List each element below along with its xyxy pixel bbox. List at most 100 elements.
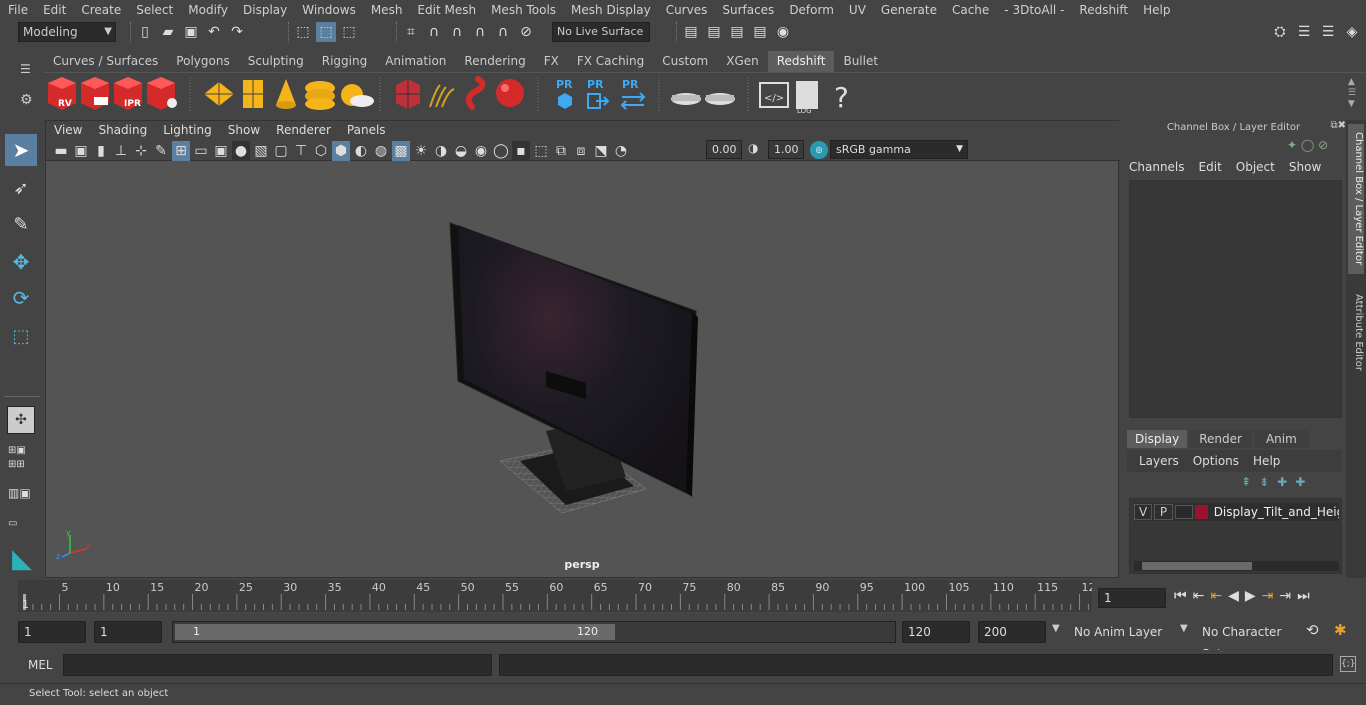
anti-alias-icon[interactable]: ◯ (492, 141, 510, 161)
tab-sculpting[interactable]: Sculpting (239, 51, 313, 72)
move-layer-up-icon[interactable]: ⇞ (1241, 475, 1251, 489)
show-manipulator-icon[interactable]: ✣ (7, 406, 35, 434)
channel-list[interactable] (1129, 180, 1342, 418)
shadows-icon[interactable]: ◑ (432, 141, 450, 161)
character-set-dropdown[interactable]: No Character Set (1196, 621, 1296, 661)
menu-redshift[interactable]: Redshift (1071, 3, 1135, 17)
menu-curves[interactable]: Curves (658, 3, 715, 17)
ipr-render-icon[interactable]: ▤ (727, 22, 747, 42)
tab-custom[interactable]: Custom (653, 51, 717, 72)
view-transform-dropdown[interactable]: sRGB gamma ▼ (830, 140, 968, 159)
make-live-icon[interactable]: ∩ (493, 22, 513, 42)
auto-key-icon[interactable]: ⟲ (1306, 621, 1319, 639)
rs-log-icon[interactable]: LOG (796, 81, 818, 115)
rs-render-view-icon[interactable]: RV (48, 77, 76, 110)
tab-anim[interactable]: Anim (1253, 430, 1309, 448)
step-forward-key-icon[interactable]: ⇥ (1279, 588, 1291, 604)
attribute-editor-icon[interactable]: ☰ (1294, 22, 1314, 42)
scene-end-field[interactable]: 200 (978, 621, 1046, 643)
scale-tool-icon[interactable]: ⬚ (5, 320, 37, 352)
new-scene-icon[interactable]: ▯ (135, 22, 155, 42)
rs-pr-export-icon[interactable]: PR (587, 78, 610, 109)
play-forward-icon[interactable]: ▶ (1245, 588, 1256, 604)
tab-render[interactable]: Render (1189, 430, 1252, 448)
snap-surface-icon[interactable]: ⊘ (516, 22, 536, 42)
rs-sphere-icon[interactable] (496, 79, 524, 107)
menu-edit[interactable]: Edit (35, 3, 73, 17)
snap-curve-icon[interactable]: ∩ (424, 22, 444, 42)
tab-polygons[interactable]: Polygons (167, 51, 238, 72)
field-chart-icon[interactable]: ▧ (252, 141, 270, 161)
redo-icon[interactable]: ↷ (227, 22, 247, 42)
new-layer-selected-icon[interactable]: ✚ (1295, 475, 1305, 489)
gear-icon[interactable]: ⚙ (20, 92, 33, 108)
exposure-field[interactable]: 0.00 (706, 140, 742, 159)
rs-pr-object-icon[interactable]: PR (556, 78, 573, 109)
rs-physical-light-icon[interactable] (243, 80, 263, 108)
tab-channel-box[interactable]: Channel Box / Layer Editor (1348, 124, 1364, 274)
xray-components-icon[interactable]: ⬔ (592, 141, 610, 161)
select-tool-icon[interactable]: ➤ (5, 134, 37, 166)
menu-modify[interactable]: Modify (180, 3, 235, 17)
rs-spot-light-icon[interactable] (276, 79, 296, 109)
menu-3dtoall[interactable]: - 3DtoAll - (996, 3, 1071, 17)
move-tool-icon[interactable]: ✥ (5, 246, 37, 278)
tool-settings-icon[interactable]: ☰ (1318, 22, 1338, 42)
render-frame-icon[interactable]: ▤ (704, 22, 724, 42)
menu-windows[interactable]: Windows (294, 3, 363, 17)
shelf-menu-icon[interactable]: ☰ (20, 62, 31, 76)
save-scene-icon[interactable]: ▣ (181, 22, 201, 42)
rs-volume-icon[interactable] (465, 76, 486, 110)
rs-render-settings-icon[interactable] (147, 77, 177, 110)
menu-surfaces[interactable]: Surfaces (714, 3, 781, 17)
layer-scrollbar[interactable] (1134, 561, 1339, 571)
layer-visibility-toggle[interactable]: V (1134, 504, 1153, 520)
bookmark-icon[interactable]: ▮ (92, 141, 110, 161)
depth-of-field-icon[interactable]: ▪ (512, 141, 530, 161)
two-d-pan-icon[interactable]: ⊹ (132, 141, 150, 161)
tab-attribute-editor[interactable]: Attribute Editor (1348, 284, 1364, 380)
anim-layer-dropdown[interactable]: No Anim Layer (1068, 621, 1180, 643)
live-surface-field[interactable]: No Live Surface (552, 22, 650, 42)
snap-point-icon[interactable]: ∩ (447, 22, 467, 42)
xray-joints-icon[interactable]: ⧈ (572, 141, 590, 161)
step-back-key-icon[interactable]: ⇤ (1193, 588, 1205, 604)
current-frame-field[interactable]: 1 (1098, 588, 1166, 608)
menu-cache[interactable]: Cache (944, 3, 996, 17)
menu-mesh[interactable]: Mesh (363, 3, 410, 17)
tab-fx-caching[interactable]: FX Caching (568, 51, 653, 72)
tab-rigging[interactable]: Rigging (313, 51, 376, 72)
motion-blur-icon[interactable]: ◉ (472, 141, 490, 161)
step-back-frame-icon[interactable]: ⇤ (1210, 588, 1222, 604)
open-scene-icon[interactable]: ▰ (158, 22, 178, 42)
camera-lock-icon[interactable]: ▣ (72, 141, 90, 161)
rs-hair-icon[interactable] (429, 84, 455, 108)
cb-menu-edit[interactable]: Edit (1199, 160, 1222, 174)
rs-script-editor-icon[interactable]: </> (759, 82, 789, 108)
color-management-icon[interactable]: ◎ (810, 141, 828, 159)
rs-bake-icon[interactable] (671, 93, 701, 105)
default-material-icon[interactable]: ◐ (352, 141, 370, 161)
screen-space-ao-icon[interactable]: ◒ (452, 141, 470, 161)
lasso-tool-icon[interactable]: ➶ (5, 172, 37, 204)
cb-menu-object[interactable]: Object (1236, 160, 1275, 174)
vp-menu-shading[interactable]: Shading (90, 123, 155, 137)
use-all-lights-icon[interactable]: ☀ (412, 141, 430, 161)
menu-help[interactable]: Help (1135, 3, 1177, 17)
grid-icon[interactable]: ⊞ (172, 141, 190, 161)
tab-rendering[interactable]: Rendering (455, 51, 534, 72)
move-layer-down-icon[interactable]: ⇟ (1259, 475, 1269, 489)
snap-view-plane-icon[interactable]: ∩ (470, 22, 490, 42)
layer-menu-options[interactable]: Options (1193, 454, 1239, 468)
channel-box-icon[interactable]: ◈ (1342, 22, 1362, 42)
select-hierarchy-icon[interactable]: ⬚ (293, 22, 313, 42)
rs-pr-swap-icon[interactable]: PR (620, 78, 646, 110)
viewport-persp[interactable]: View Shading Lighting Show Renderer Pane… (45, 120, 1120, 578)
menu-generate[interactable]: Generate (873, 3, 944, 17)
wireframe-on-shaded-icon[interactable]: ▩ (392, 141, 410, 161)
scrollbar-thumb[interactable] (1142, 562, 1252, 570)
layer-name[interactable]: Display_Tilt_and_Heigh (1210, 505, 1339, 519)
render-settings-icon[interactable]: ▤ (750, 22, 770, 42)
tab-curves-surfaces[interactable]: Curves / Surfaces (44, 51, 167, 72)
new-layer-icon[interactable]: ✚ (1277, 475, 1287, 489)
